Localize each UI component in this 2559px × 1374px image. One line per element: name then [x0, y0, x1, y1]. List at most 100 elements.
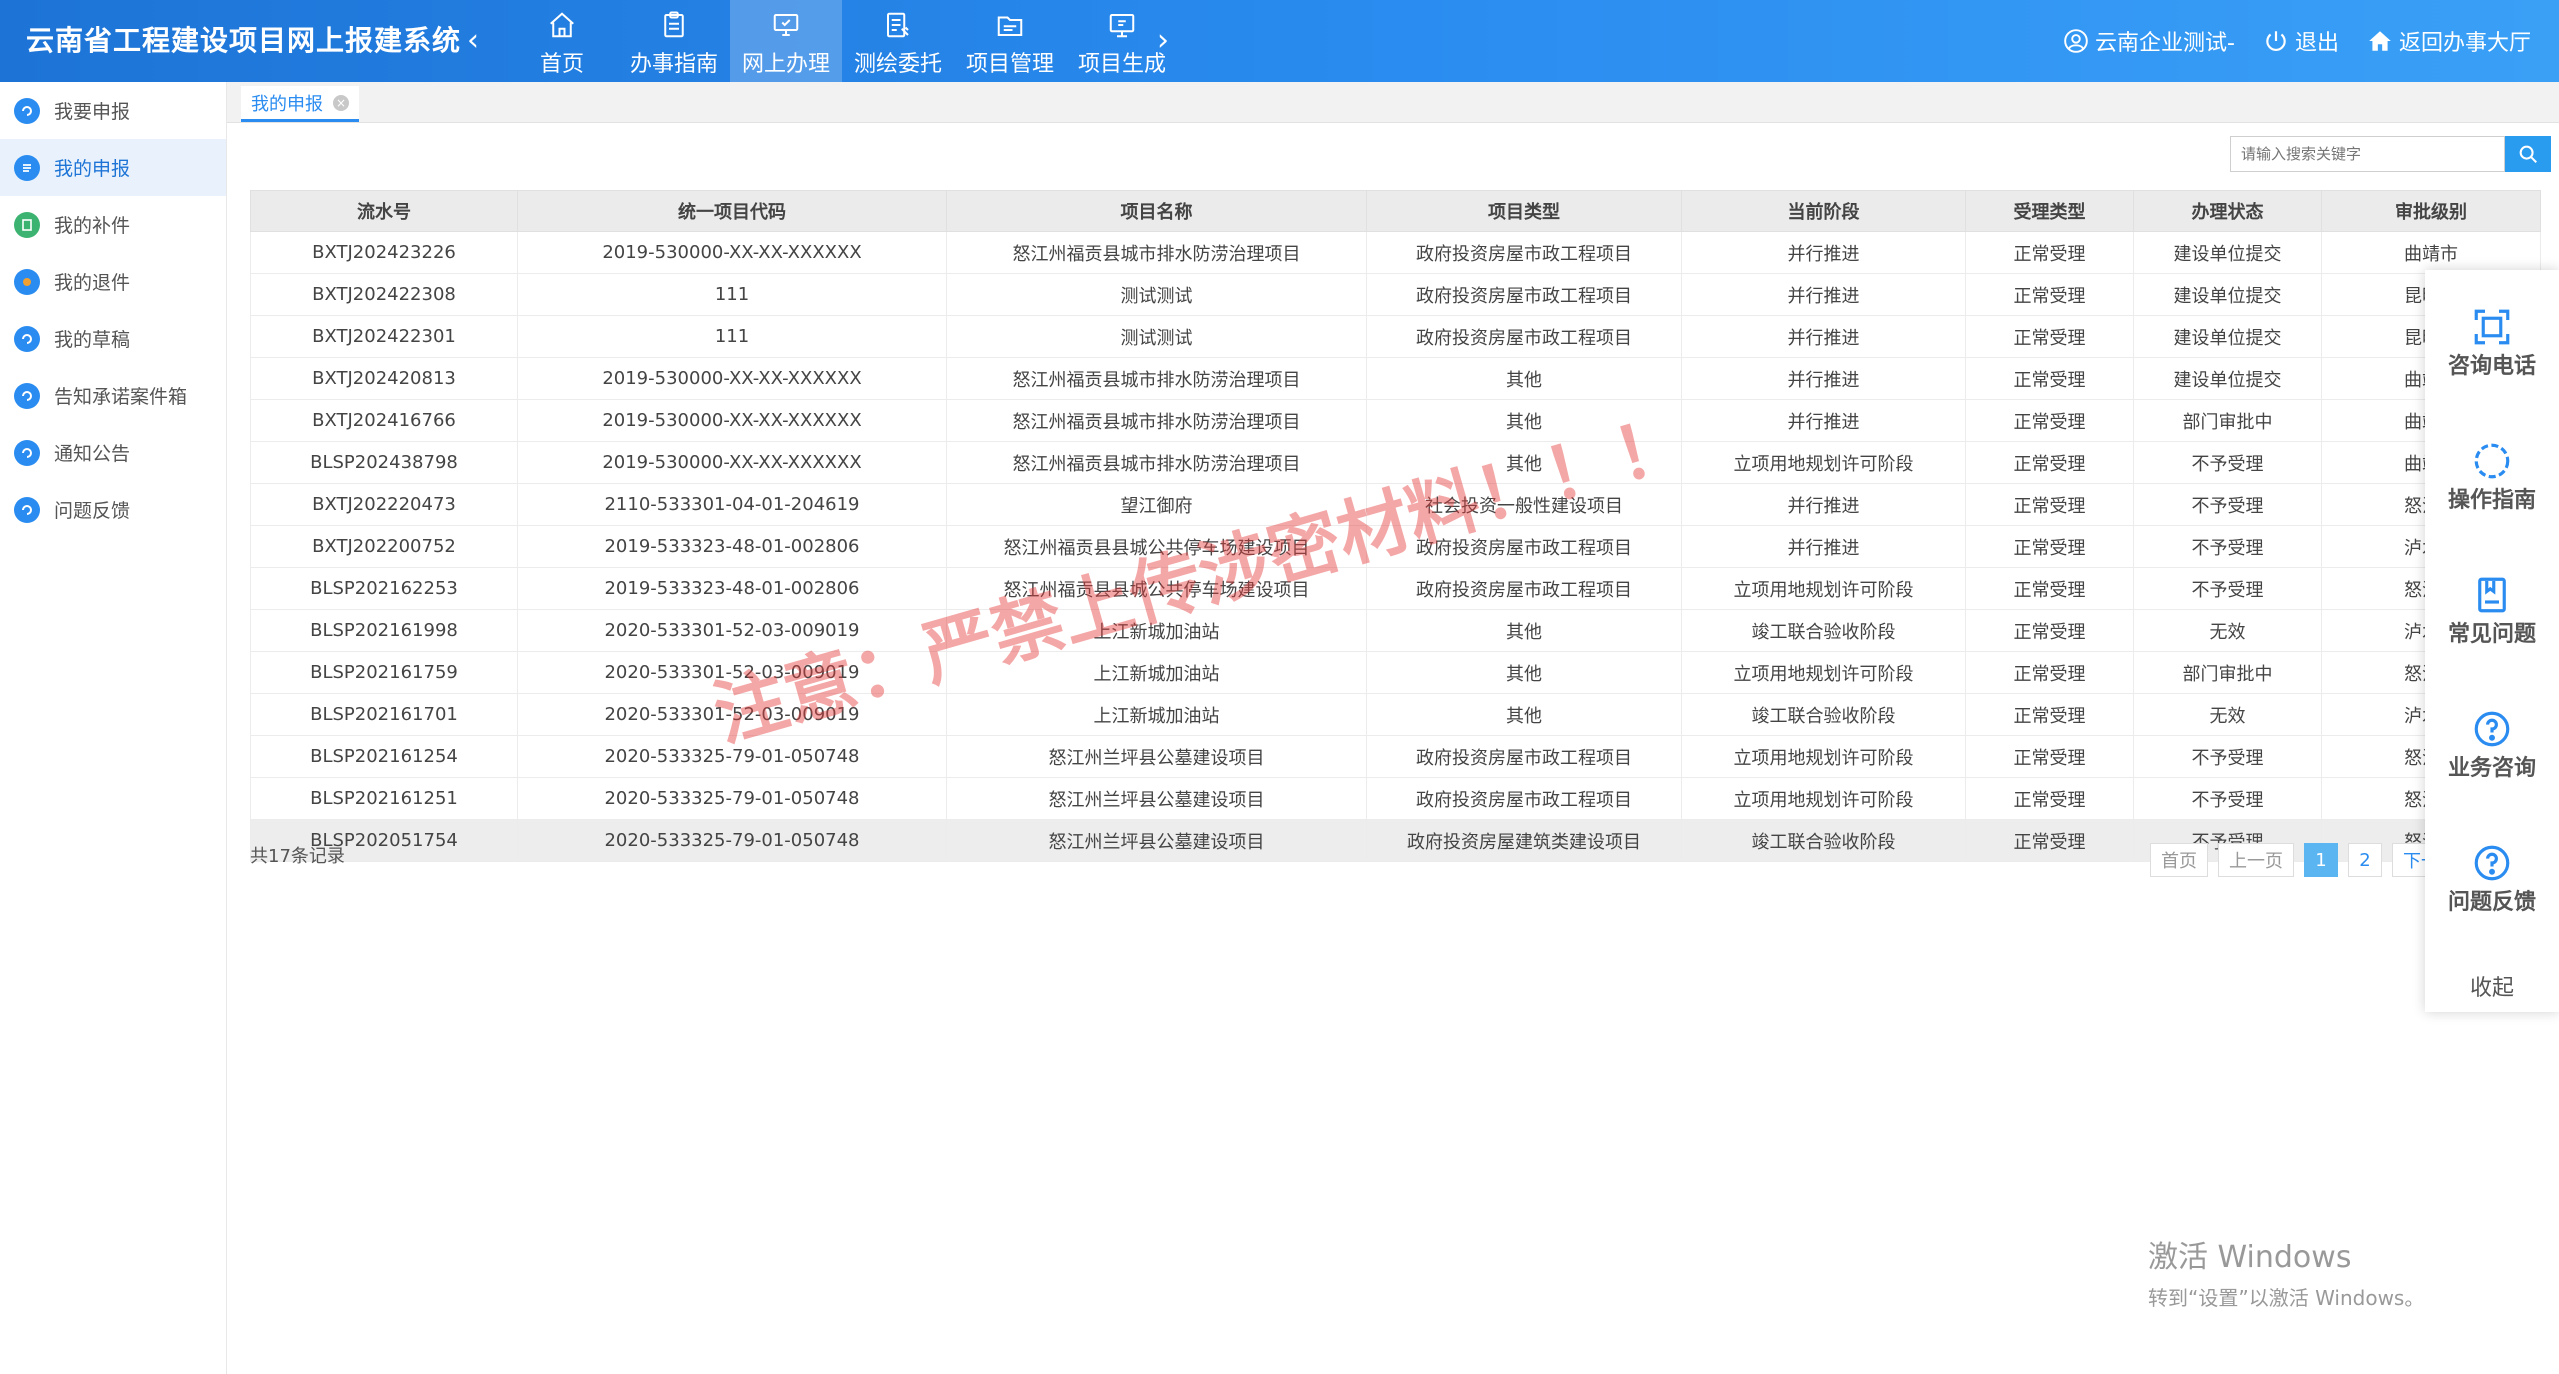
table-row[interactable]: BXTJ202422308 111 测试测试 政府投资房屋市政工程项目 并行推进 正常受理…: [250, 273, 2541, 316]
sidebar-item-apply[interactable]: 我要申报: [0, 82, 226, 139]
table-cell: 立项用地规划许可阶段: [1681, 651, 1966, 694]
table-row[interactable]: BLSP202161251 2020-533325-79-01-050748 怒江州…: [250, 777, 2541, 820]
table-cell: 正常受理: [1965, 567, 2134, 610]
table-cell: 2020-533325-79-01-050748: [517, 735, 947, 778]
column-header[interactable]: 项目类型: [1366, 190, 1682, 232]
nav-home-label: 首页: [539, 52, 584, 77]
nav-guide[interactable]: 办事指南: [618, 0, 730, 82]
float-item-label: 问题反馈: [2447, 890, 2536, 915]
tab-my-applications[interactable]: 我的申报 ×: [241, 86, 359, 122]
table-cell: 正常受理: [1965, 399, 2134, 442]
home-icon: [2369, 31, 2391, 51]
top-header: 云南省工程建设项目网上报建系统 ‹ 首页 办事指南 网上办理 测绘委托 项目管理…: [0, 0, 2559, 82]
table-cell: 建设单位提交: [2133, 273, 2322, 316]
table-cell: 怒江州福贡县城市排水防涝治理项目: [946, 399, 1367, 442]
column-header[interactable]: 当前阶段: [1681, 190, 1966, 232]
logout-button[interactable]: 退出: [2263, 25, 2339, 57]
table-row[interactable]: BXTJ202200752 2019-533323-48-01-002806 怒江州…: [250, 525, 2541, 568]
table-row[interactable]: BXTJ202420813 2019-530000-XX-XX-XXXXXX 怒江州…: [250, 357, 2541, 400]
table-cell: BXTJ202416766: [250, 399, 518, 442]
refresh-icon: [2474, 443, 2510, 479]
nav-online[interactable]: 网上办理: [730, 0, 842, 82]
table-row[interactable]: BLSP202162253 2019-533323-48-01-002806 怒江州…: [250, 567, 2541, 610]
float-collapse-button[interactable]: 收起: [2425, 970, 2559, 1002]
sidebar-item-label: 我的申报: [54, 158, 131, 180]
table-row[interactable]: BXTJ202422301 111 测试测试 政府投资房屋市政工程项目 并行推进 正常受理…: [250, 315, 2541, 358]
table-cell: 部门审批中: [2133, 651, 2322, 694]
table-row[interactable]: BXTJ202220473 2110-533301-04-01-204619 望江御…: [250, 483, 2541, 526]
sidebar-item-returns[interactable]: 我的退件: [0, 253, 226, 310]
sidebar-item-label: 我的补件: [54, 215, 131, 237]
sidebar-item-drafts[interactable]: 我的草稿: [0, 310, 226, 367]
nav-survey[interactable]: 测绘委托: [842, 0, 954, 82]
table-cell: BLSP202161998: [250, 609, 518, 652]
table-cell: 正常受理: [1965, 651, 2134, 694]
prev-page-button[interactable]: 上一页: [2218, 843, 2294, 877]
column-header[interactable]: 审批级别: [2321, 190, 2541, 232]
table-cell: BXTJ202423226: [250, 231, 518, 274]
table-row[interactable]: BXTJ202423226 2019-530000-XX-XX-XXXXXX 怒江州…: [250, 231, 2541, 274]
table-cell: 不予受理: [2133, 567, 2322, 610]
sidebar-item-my-applications[interactable]: 我的申报: [0, 139, 226, 196]
windows-activation-notice: 激活 Windows 转到“设置”以激活 Windows。: [2148, 1232, 2424, 1311]
table-row[interactable]: BLSP202161998 2020-533301-52-03-009019 上江新…: [250, 609, 2541, 652]
table-cell: BXTJ202220473: [250, 483, 518, 526]
sidebar-item-notices[interactable]: 通知公告: [0, 424, 226, 481]
list-icon: [14, 154, 40, 181]
sidebar-item-label: 告知承诺案件箱: [54, 386, 188, 408]
float-item-feedback[interactable]: 问题反馈: [2425, 842, 2559, 916]
table-row[interactable]: BLSP202161759 2020-533301-52-03-009019 上江新…: [250, 651, 2541, 694]
float-item-faq[interactable]: 常见问题: [2425, 574, 2559, 648]
table-cell: 上江新城加油站: [946, 693, 1367, 736]
column-header[interactable]: 统一项目代码: [517, 190, 947, 232]
nav-next-arrow[interactable]: ›: [1148, 22, 1178, 60]
table-cell: 2020-533301-52-03-009019: [517, 609, 947, 652]
page-button-1[interactable]: 1: [2304, 843, 2338, 877]
apply-icon: [14, 97, 40, 124]
first-page-button[interactable]: 首页: [2150, 843, 2208, 877]
table-cell: 并行推进: [1681, 399, 1966, 442]
sidebar-item-label: 通知公告: [54, 443, 131, 465]
document-icon: [14, 211, 40, 238]
table-cell: 曲靖市: [2321, 231, 2541, 274]
table-row[interactable]: BLSP202161254 2020-533325-79-01-050748 怒江州…: [250, 735, 2541, 778]
sidebar-item-supplements[interactable]: 我的补件: [0, 196, 226, 253]
nav-guide-label: 办事指南: [629, 52, 718, 77]
back-hall-button[interactable]: 返回办事大厅: [2367, 25, 2531, 57]
sidebar-item-feedback[interactable]: 问题反馈: [0, 481, 226, 538]
sidebar-item-commitment-box[interactable]: 告知承诺案件箱: [0, 367, 226, 424]
notice-icon: [14, 439, 40, 466]
user-account[interactable]: 云南企业测试-: [2063, 25, 2235, 57]
question-icon: [2474, 711, 2510, 747]
table-row[interactable]: BXTJ202416766 2019-530000-XX-XX-XXXXXX 怒江州…: [250, 399, 2541, 442]
table-cell: 并行推进: [1681, 357, 1966, 400]
table-cell: 政府投资房屋市政工程项目: [1366, 525, 1682, 568]
table-cell: 2110-533301-04-01-204619: [517, 483, 947, 526]
nav-prev-arrow[interactable]: ‹: [458, 22, 488, 60]
screen-icon: [1109, 14, 1135, 38]
search-input[interactable]: [2230, 136, 2505, 172]
table-cell: 2019-530000-XX-XX-XXXXXX: [517, 399, 947, 442]
table-row[interactable]: BLSP202161701 2020-533301-52-03-009019 上江新…: [250, 693, 2541, 736]
table-cell: BXTJ202422308: [250, 273, 518, 316]
table-cell: 政府投资房屋市政工程项目: [1366, 315, 1682, 358]
column-header[interactable]: 流水号: [250, 190, 518, 232]
float-item-hotline[interactable]: 咨询电话: [2425, 306, 2559, 380]
column-header[interactable]: 办理状态: [2133, 190, 2322, 232]
nav-home[interactable]: 首页: [506, 0, 618, 82]
page-button-2[interactable]: 2: [2348, 843, 2382, 877]
column-header[interactable]: 项目名称: [946, 190, 1367, 232]
nav-projects[interactable]: 项目管理: [954, 0, 1066, 82]
total-records: 共17条记录: [250, 846, 345, 867]
float-item-guide[interactable]: 操作指南: [2425, 440, 2559, 514]
table-cell: BLSP202162253: [250, 567, 518, 610]
table-cell: 怒江州福贡县城市排水防涝治理项目: [946, 357, 1367, 400]
column-header[interactable]: 受理类型: [1965, 190, 2134, 232]
search-button[interactable]: [2505, 136, 2551, 172]
close-icon[interactable]: ×: [333, 94, 349, 111]
table-cell: 并行推进: [1681, 525, 1966, 568]
float-service-panel: 咨询电话 操作指南 常见问题 业务咨询 问题反馈 收起: [2425, 270, 2559, 1012]
float-item-consult[interactable]: 业务咨询: [2425, 708, 2559, 782]
table-row[interactable]: BLSP202438798 2019-530000-XX-XX-XXXXXX 怒江州…: [250, 441, 2541, 484]
table-cell: 并行推进: [1681, 483, 1966, 526]
